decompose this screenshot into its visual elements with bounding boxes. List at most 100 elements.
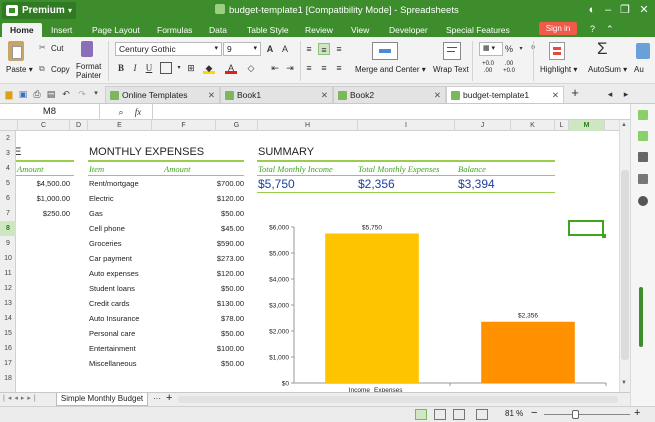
premium-button[interactable]: Premium ▾ (2, 2, 76, 19)
sheet-grid[interactable]: E Amount $4,500.00 $1,000.00 $250.00 MON… (16, 131, 619, 392)
merge-center-button[interactable]: Merge and Center ▾ (355, 65, 426, 74)
font-color-icon[interactable]: A (225, 62, 237, 74)
expense-item[interactable]: Groceries (89, 239, 122, 248)
sigma-icon[interactable]: Σ (597, 39, 608, 59)
tab-review[interactable]: Review (305, 23, 333, 37)
expense-amount[interactable]: $120.00 (166, 194, 244, 203)
income-expenses-chart[interactable]: $0 $1,000 $2,000 $3,000 $4,000 $5,000 $6,000 $5… (256, 216, 619, 392)
print-icon[interactable]: ⎙ (31, 88, 43, 100)
close-tab-icon[interactable]: ✕ (208, 87, 215, 104)
expense-amount[interactable]: $50.00 (166, 359, 244, 368)
indent-right-icon[interactable]: ⇥ (284, 62, 296, 74)
highlight-icon[interactable] (549, 42, 565, 60)
paste-icon[interactable] (8, 41, 24, 61)
row-header[interactable]: 13 (0, 296, 16, 311)
fill-color-icon[interactable]: ◆ (203, 62, 215, 74)
expense-item[interactable]: Gas (89, 209, 103, 218)
selection-pane-icon[interactable] (638, 174, 648, 184)
indent-left-icon[interactable]: ⇤ (269, 62, 281, 74)
formula-input[interactable] (153, 105, 628, 118)
zoom-level[interactable]: 81 % (505, 409, 523, 418)
tab-developer[interactable]: Developer (389, 23, 428, 37)
help-icon[interactable]: ? (590, 22, 595, 36)
row-header[interactable]: 17 (0, 356, 16, 371)
page-layout-view-icon[interactable] (453, 409, 465, 420)
chart-bar[interactable] (325, 233, 419, 384)
row-header[interactable]: 7 (0, 206, 16, 221)
expense-amount[interactable]: $50.00 (166, 329, 244, 338)
expense-item[interactable]: Cell phone (89, 224, 125, 233)
expense-item[interactable]: Personal care (89, 329, 135, 338)
expense-amount[interactable]: $100.00 (166, 344, 244, 353)
more-sheets-button[interactable]: ··· (153, 394, 161, 403)
column-header[interactable]: K (511, 120, 555, 131)
quick-access-dropdown-icon[interactable]: ▾ (90, 88, 102, 100)
expense-item[interactable]: Entertainment (89, 344, 136, 353)
border-icon[interactable] (160, 62, 172, 74)
shrink-font-icon[interactable]: A (279, 43, 291, 55)
expense-item[interactable]: Auto Insurance (89, 314, 139, 323)
print-preview-icon[interactable]: ▤ (45, 88, 57, 100)
undo-icon[interactable]: ↶ (60, 88, 72, 100)
column-header[interactable]: E (88, 120, 152, 131)
wrap-text-button[interactable]: Wrap Text (433, 65, 469, 74)
row-header[interactable]: 6 (0, 191, 16, 206)
border-dropdown-icon[interactable]: ▾ (173, 62, 185, 74)
expense-amount[interactable]: $50.00 (166, 209, 244, 218)
bold-button[interactable]: B (115, 62, 127, 74)
font-size-dropdown[interactable]: 9 ▾ (223, 42, 261, 56)
zoom-in-button[interactable]: + (634, 407, 640, 419)
expense-item[interactable]: Electric (89, 194, 114, 203)
pane-toggle[interactable] (639, 287, 643, 347)
template-pane-icon[interactable] (638, 131, 648, 141)
tab-scroll-right-icon[interactable]: ▸ (620, 88, 632, 100)
column-header[interactable]: I (358, 120, 455, 131)
autofit-icon[interactable] (636, 43, 650, 59)
expense-amount[interactable]: $50.00 (166, 284, 244, 293)
column-header[interactable]: F (152, 120, 216, 131)
expense-amount[interactable]: $590.00 (166, 239, 244, 248)
row-header[interactable]: 15 (0, 326, 16, 341)
skin-icon[interactable]: ◐ (584, 2, 600, 18)
add-sheet-button[interactable]: + (166, 392, 172, 404)
income-value[interactable]: $250.00 (16, 209, 70, 218)
expense-amount[interactable]: $130.00 (166, 299, 244, 308)
tab-budget-template1[interactable]: budget-template1 ✕ (446, 86, 564, 103)
font-name-dropdown[interactable]: Century Gothic ▾ (115, 42, 222, 56)
format-painter-button[interactable]: Format Painter (76, 62, 101, 80)
column-header[interactable]: J (455, 120, 511, 131)
row-header[interactable]: 4 (0, 161, 16, 176)
expense-amount[interactable]: $120.00 (166, 269, 244, 278)
row-header[interactable]: 3 (0, 146, 16, 161)
row-header[interactable]: 16 (0, 341, 16, 356)
sign-in-button[interactable]: Sign in (539, 22, 577, 35)
summary-income-value[interactable]: $5,750 (258, 177, 295, 191)
restore-button[interactable]: ❐ (617, 2, 633, 18)
format-painter-icon[interactable] (81, 41, 93, 57)
folder-icon[interactable]: ▆ (3, 88, 15, 100)
clear-format-icon[interactable]: ◇ (245, 62, 257, 74)
percent-button[interactable]: % (503, 43, 515, 55)
reading-view-icon[interactable] (476, 409, 488, 420)
tab-view[interactable]: View (351, 23, 369, 37)
normal-view-icon[interactable] (415, 409, 427, 420)
column-header[interactable]: C (18, 120, 70, 131)
column-header-selected[interactable]: M (569, 120, 605, 131)
row-header[interactable]: 18 (0, 371, 16, 386)
zoom-out-button[interactable]: − (531, 407, 537, 419)
new-doc-icon[interactable] (638, 110, 648, 120)
page-break-view-icon[interactable] (434, 409, 446, 420)
tab-home[interactable]: Home (2, 23, 42, 37)
expense-amount[interactable]: $45.00 (166, 224, 244, 233)
close-tab-icon[interactable]: ✕ (434, 87, 441, 104)
expense-item[interactable]: Miscellaneous (89, 359, 137, 368)
chevron-up-icon[interactable]: ⌃ (606, 22, 614, 36)
close-tab-icon[interactable]: ✕ (321, 87, 328, 104)
row-header[interactable]: 12 (0, 281, 16, 296)
tab-data[interactable]: Data (209, 23, 227, 37)
increase-decimal-button[interactable]: +0.0 .00 (479, 61, 497, 75)
summary-expenses-value[interactable]: $2,356 (358, 177, 395, 191)
new-tab-button[interactable]: + (569, 86, 581, 99)
zoom-slider-thumb[interactable] (572, 410, 579, 419)
tab-page-layout[interactable]: Page Layout (92, 23, 140, 37)
